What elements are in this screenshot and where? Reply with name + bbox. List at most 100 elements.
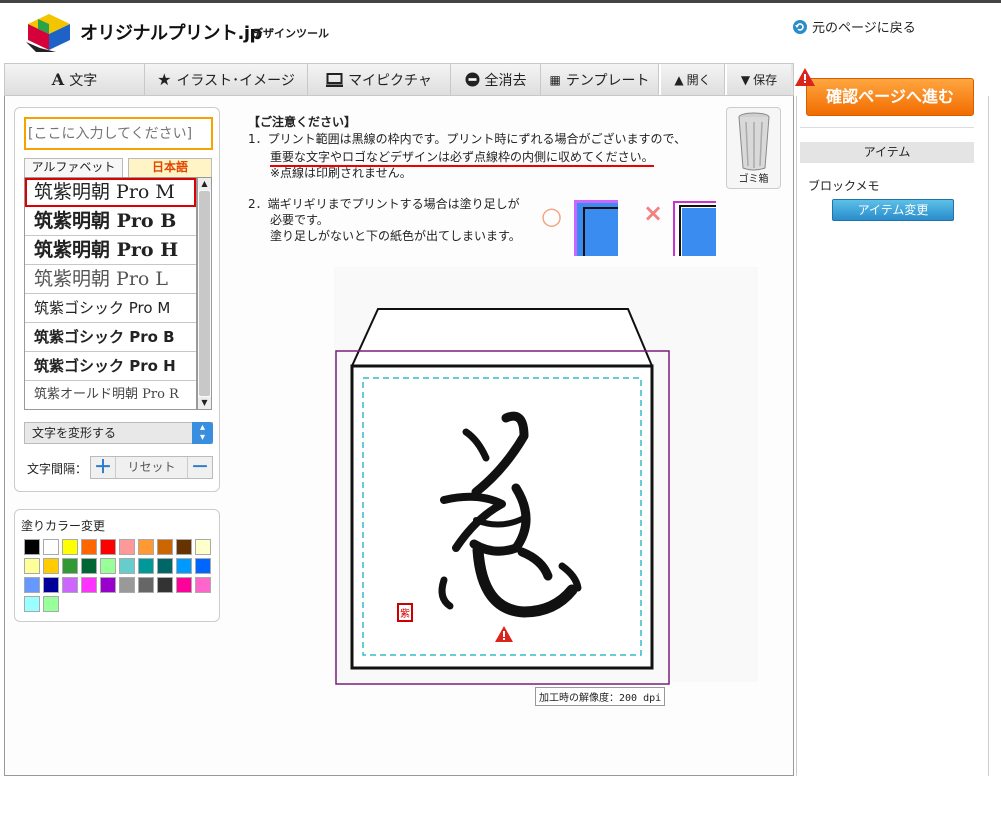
color-swatch[interactable] <box>81 577 97 593</box>
color-swatch[interactable] <box>100 577 116 593</box>
ng-cross-icon: × <box>643 199 664 227</box>
color-swatch[interactable] <box>176 577 192 593</box>
color-swatch[interactable] <box>157 558 173 574</box>
kanji-brush-artwork: 紫 <box>397 411 582 622</box>
color-swatch[interactable] <box>100 539 116 555</box>
arrow-down-icon: ▼ <box>740 72 751 87</box>
toolbar-mypicture-button[interactable]: マイピクチャ <box>308 64 451 95</box>
toolbar-text-button[interactable]: A 文字 <box>5 64 145 95</box>
color-swatch[interactable] <box>138 558 154 574</box>
transform-label: 文字を変形する <box>32 426 117 440</box>
color-swatch[interactable] <box>157 577 173 593</box>
spacing-decrease-button[interactable]: － <box>188 457 212 478</box>
monitor-icon <box>326 72 344 87</box>
color-swatch[interactable] <box>138 539 154 555</box>
color-swatch[interactable] <box>119 577 135 593</box>
toolbar-template-label: テンプレート <box>565 72 650 89</box>
select-arrows-icon: ▴ ▾ <box>192 422 213 444</box>
resolution-label: 加工時の解像度：200 dpi <box>535 687 666 706</box>
spacing-label: 文字間隔： <box>27 462 88 476</box>
color-panel-label: 塗りカラー変更 <box>21 519 106 533</box>
scroll-down-icon[interactable]: ▼ <box>198 397 211 409</box>
font-list: 筑紫明朝 Pro M 筑紫明朝 Pro B 筑紫明朝 Pro H 筑紫明朝 Pr… <box>24 177 197 410</box>
item-name: ブロックメモ <box>808 179 880 193</box>
toolbar-clear-all-label: 全消去 <box>484 72 527 89</box>
spacing-controls: ＋ リセット － <box>90 456 213 479</box>
color-swatch[interactable] <box>100 558 116 574</box>
color-swatch[interactable] <box>157 539 173 555</box>
warning-icon <box>795 68 815 86</box>
color-swatch[interactable] <box>176 539 192 555</box>
trash-can-icon <box>738 112 770 171</box>
tab-japanese[interactable]: 日本語 <box>128 158 212 177</box>
brand-name: オリジナルプリント.jp <box>80 23 262 44</box>
color-swatch[interactable] <box>24 558 40 574</box>
color-swatch[interactable] <box>62 558 78 574</box>
calligraphy-artwork[interactable]: 紫 <box>374 380 636 646</box>
spacing-reset-button[interactable]: リセット <box>115 457 188 478</box>
font-item[interactable]: 筑紫明朝 Pro M <box>25 178 196 207</box>
color-swatch[interactable] <box>62 577 78 593</box>
color-swatch[interactable] <box>195 539 211 555</box>
minus-circle-icon <box>465 72 479 87</box>
color-swatch[interactable] <box>43 539 59 555</box>
toolbar-open-button[interactable]: ▲ 開く <box>659 64 725 95</box>
color-swatch[interactable] <box>138 577 154 593</box>
color-swatch[interactable] <box>43 558 59 574</box>
notice-text: 必要です。 <box>270 213 329 227</box>
scroll-thumb[interactable] <box>199 191 210 396</box>
color-swatch[interactable] <box>24 596 40 612</box>
warning-icon <box>495 626 513 642</box>
font-item[interactable]: 筑紫明朝 Pro L <box>25 265 196 294</box>
back-link[interactable]: 元のページに戻る <box>792 17 916 36</box>
letter-a-icon: A <box>51 70 65 89</box>
item-change-button[interactable]: アイテム変更 <box>832 199 954 221</box>
trash-button[interactable]: ゴミ箱 <box>726 107 781 189</box>
transform-select[interactable]: 文字を変形する ▴ ▾ <box>24 422 213 444</box>
font-item[interactable]: 筑紫明朝 Pro H <box>25 236 196 265</box>
confirm-page-button[interactable]: 確認ページへ進む <box>806 78 974 116</box>
color-swatch[interactable] <box>62 539 78 555</box>
back-link-label: 元のページに戻る <box>812 21 916 36</box>
color-swatch[interactable] <box>119 558 135 574</box>
color-swatch[interactable] <box>81 539 97 555</box>
color-swatch[interactable] <box>43 596 59 612</box>
notice-text: 2．端ギリギリまでプリントする場合は塗り足しが <box>248 197 520 211</box>
logo-cube-icon <box>26 14 70 52</box>
arrow-up-icon: ▲ <box>674 72 684 87</box>
toolbar-illust-label: イラスト･イメージ <box>176 72 295 89</box>
back-arrow-icon <box>793 19 807 34</box>
toolbar-illust-button[interactable]: ★ イラスト･イメージ <box>145 64 308 95</box>
color-swatches <box>24 539 214 612</box>
color-swatch[interactable] <box>81 558 97 574</box>
grid-icon: ▦ <box>549 72 561 87</box>
spacing-increase-button[interactable]: ＋ <box>91 457 115 478</box>
toolbar-clear-all-button[interactable]: 全消去 <box>451 64 541 95</box>
toolbar-save-button[interactable]: ▼ 保存 <box>725 64 791 95</box>
color-swatch[interactable] <box>24 577 40 593</box>
font-list-scrollbar[interactable]: ▲ ▼ <box>197 177 212 410</box>
font-item[interactable]: 筑紫ゴシック Pro M <box>25 294 196 323</box>
font-item[interactable]: 筑紫オールド明朝 Pro R <box>25 381 196 409</box>
text-input[interactable] <box>24 117 213 150</box>
tab-alphabet[interactable]: アルファベット <box>24 158 123 177</box>
font-item[interactable]: 筑紫ゴシック Pro H <box>25 352 196 381</box>
color-swatch[interactable] <box>195 558 211 574</box>
font-item[interactable]: 筑紫明朝 Pro B <box>25 207 196 236</box>
color-swatch[interactable] <box>24 539 40 555</box>
trash-label: ゴミ箱 <box>738 174 769 185</box>
toolbar-save-label: 保存 <box>753 73 778 87</box>
side-panel <box>796 96 989 776</box>
divider <box>800 127 974 128</box>
color-swatch[interactable] <box>119 539 135 555</box>
font-item[interactable]: 筑紫ゴシック Pro B <box>25 323 196 352</box>
scroll-up-icon[interactable]: ▲ <box>198 178 211 190</box>
toolbar-template-button[interactable]: ▦ テンプレート <box>541 64 659 95</box>
color-swatch[interactable] <box>195 577 211 593</box>
toolbar-mypicture-label: マイピクチャ <box>348 72 432 89</box>
color-swatch[interactable] <box>176 558 192 574</box>
toolbar: A 文字 ★ イラスト･イメージ マイピクチャ 全消去 ▦ テンプレート ▲ 開… <box>4 63 794 96</box>
seal-stamp: 紫 <box>400 608 410 620</box>
color-swatch[interactable] <box>43 577 59 593</box>
item-heading: アイテム <box>800 142 974 163</box>
